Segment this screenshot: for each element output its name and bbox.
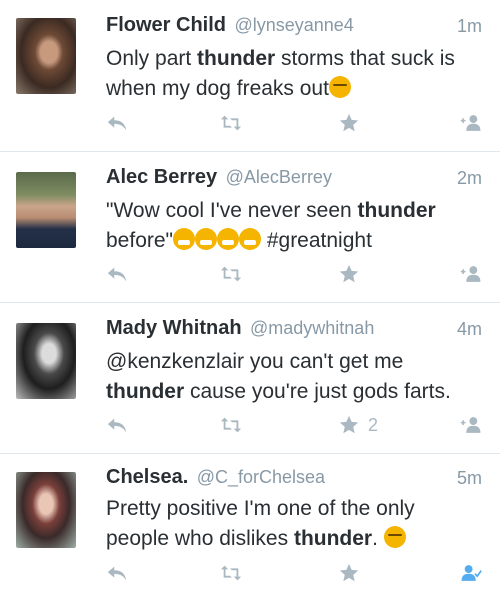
user-name[interactable]: Flower Child: [106, 14, 226, 36]
user-name[interactable]: Alec Berrey: [106, 166, 217, 188]
reply-button[interactable]: [106, 111, 128, 135]
avatar[interactable]: [16, 172, 76, 248]
user-name[interactable]: Mady Whitnah: [106, 317, 242, 339]
text-span: Only part: [106, 47, 198, 70]
text-span: .: [372, 527, 384, 550]
retweet-button[interactable]: [220, 262, 242, 286]
highlight-keyword: thunder: [106, 380, 185, 403]
reply-button[interactable]: [106, 561, 128, 585]
follow-user-icon: [460, 266, 481, 282]
tweet-header: Alec Berrey @AlecBerrey 2m: [106, 166, 482, 194]
tweet-actions: 2: [106, 413, 482, 437]
timestamp: 1m: [456, 16, 482, 36]
star-icon: [339, 264, 359, 283]
tweet-text: Only part thunder storms that suck is wh…: [106, 44, 482, 104]
text-span: before": [106, 229, 173, 252]
confounded-emoji-icon: [383, 526, 406, 548]
reply-icon: [107, 418, 127, 433]
grinning-emoji-icon: [239, 228, 261, 250]
retweet-button[interactable]: [220, 561, 242, 585]
favorite-count: 2: [368, 414, 379, 435]
hashtag-link[interactable]: #greatnight: [261, 229, 372, 252]
following-button[interactable]: [460, 561, 482, 585]
unamused-emoji-icon: [328, 76, 351, 98]
avatar[interactable]: [16, 472, 76, 548]
user-handle[interactable]: @madywhitnah: [250, 318, 374, 338]
reply-button[interactable]: [106, 262, 128, 286]
reply-icon: [107, 566, 127, 581]
grinning-emoji-icon: [173, 228, 195, 250]
timestamp: 5m: [456, 468, 482, 488]
timeline: Flower Child @lynseyanne4 1m Only part t…: [0, 0, 500, 591]
retweet-icon: [220, 417, 242, 433]
text-span: @kenzkenzlair you can't get me: [106, 350, 404, 373]
follow-button[interactable]: [460, 413, 482, 437]
highlight-keyword: thunder: [357, 199, 436, 222]
retweet-icon: [220, 115, 242, 131]
tweet-header: Chelsea. @C_forChelsea 5m: [106, 466, 482, 494]
reply-button[interactable]: [106, 413, 128, 437]
follow-button[interactable]: [460, 262, 482, 286]
favorite-button[interactable]: [338, 111, 368, 135]
tweet[interactable]: Chelsea. @C_forChelsea 5m Pretty positiv…: [0, 454, 500, 591]
timestamp: 2m: [456, 168, 482, 188]
tweet-header: Flower Child @lynseyanne4 1m: [106, 14, 482, 42]
tweet-header: Mady Whitnah @madywhitnah 4m: [106, 317, 482, 345]
tweet[interactable]: Mady Whitnah @madywhitnah 4m @kenzkenzla…: [0, 303, 500, 454]
avatar[interactable]: [16, 18, 76, 94]
retweet-button[interactable]: [220, 111, 242, 135]
tweet[interactable]: Alec Berrey @AlecBerrey 2m "Wow cool I'v…: [0, 152, 500, 303]
timestamp: 4m: [456, 319, 482, 339]
following-user-icon: [461, 565, 482, 581]
text-span: cause you're just gods farts.: [184, 380, 451, 403]
star-icon: [339, 415, 359, 434]
highlight-keyword: thunder: [197, 47, 276, 70]
favorite-button[interactable]: 2: [338, 413, 378, 437]
tweet-actions: [106, 262, 482, 286]
user-handle[interactable]: @C_forChelsea: [197, 467, 325, 487]
highlight-keyword: thunder: [293, 527, 373, 550]
tweet-actions: [106, 561, 482, 585]
user-name[interactable]: Chelsea.: [106, 466, 188, 488]
star-icon: [339, 113, 359, 132]
tweet-text: @kenzkenzlair you can't get me thunder c…: [106, 347, 482, 407]
avatar[interactable]: [16, 323, 76, 399]
retweet-button[interactable]: [220, 413, 242, 437]
tweet-text: "Wow cool I've never seen thunder before…: [106, 196, 482, 256]
favorite-button[interactable]: [338, 262, 368, 286]
retweet-icon: [220, 565, 242, 581]
user-handle[interactable]: @AlecBerrey: [226, 167, 332, 187]
follow-button[interactable]: [460, 111, 482, 135]
reply-icon: [107, 267, 127, 282]
favorite-button[interactable]: [338, 561, 368, 585]
tweet-actions: [106, 111, 482, 135]
tweet[interactable]: Flower Child @lynseyanne4 1m Only part t…: [0, 0, 500, 152]
retweet-icon: [220, 266, 242, 282]
grinning-emoji-icon: [217, 228, 239, 250]
reply-icon: [107, 116, 127, 131]
tweet-text: Pretty positive I'm one of the only peop…: [106, 494, 482, 554]
follow-user-icon: [460, 417, 481, 433]
star-icon: [339, 563, 359, 582]
grinning-emoji-icon: [195, 228, 217, 250]
follow-user-icon: [460, 115, 481, 131]
text-span: "Wow cool I've never seen: [106, 199, 358, 222]
user-handle[interactable]: @lynseyanne4: [234, 15, 353, 35]
